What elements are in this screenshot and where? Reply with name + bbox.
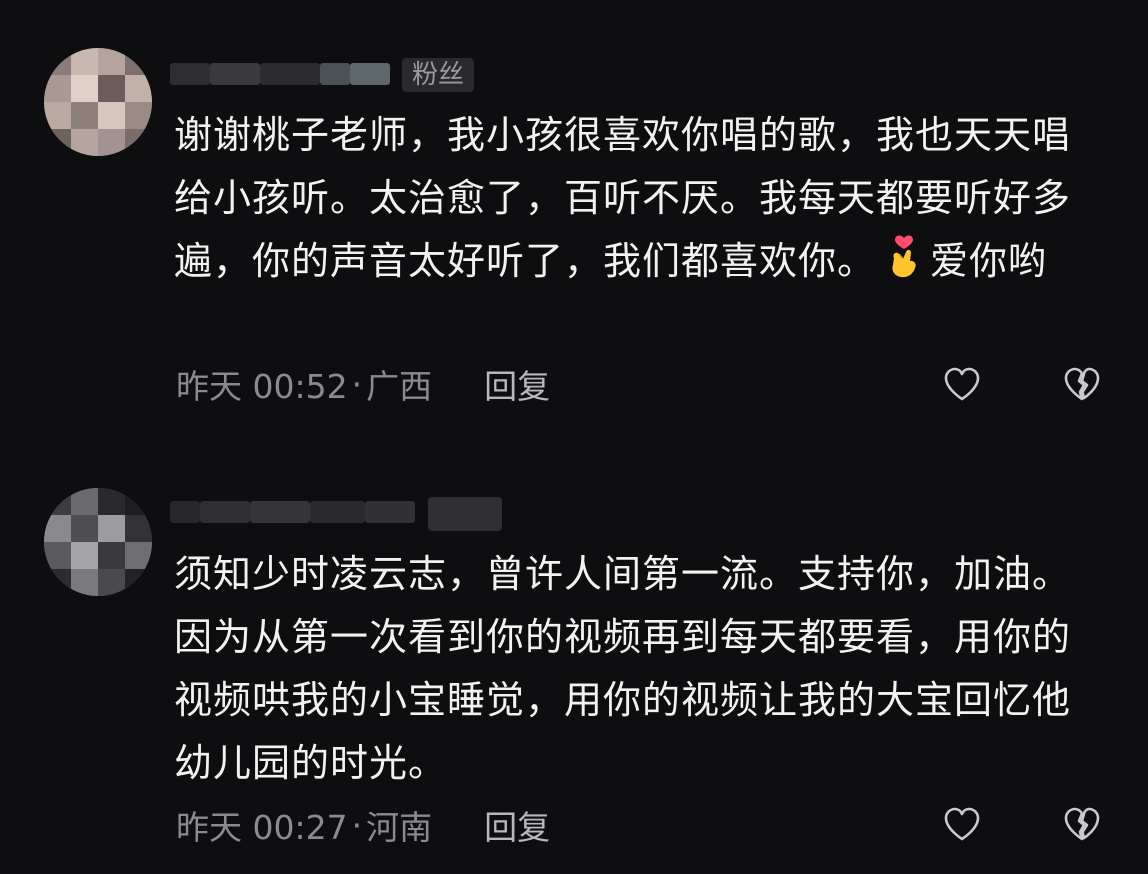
comment-list: 粉丝 谢谢桃子老师，我小孩很喜欢你唱的歌，我也天天唱给小孩听。太治愈了，百听不厌… [0,0,1148,874]
broken-heart-icon[interactable] [1061,804,1103,846]
comment-meta: 昨天 00:27 · 河南 回复 [176,805,550,848]
finger-heart-emoji [892,235,916,278]
fan-badge: 粉丝 [402,58,475,92]
comment-location: 河南 [366,808,433,847]
broken-heart-icon[interactable] [1061,364,1103,406]
username-obscured[interactable] [170,500,415,524]
username-obscured[interactable] [170,62,390,86]
avatar[interactable] [44,488,152,596]
heart-outline-icon[interactable] [941,804,983,846]
comment-location: 广西 [366,367,433,406]
comment-time: 昨天 00:52 [176,367,348,406]
avatar[interactable] [44,48,152,156]
fan-badge [428,497,502,531]
reply-button[interactable]: 回复 [484,801,550,849]
comment-time: 昨天 00:27 [176,808,348,847]
meta-separator: · [351,805,363,845]
comment-text-main: 须知少时凌云志，曾许人间第一流。支持你，加油。因为从第一次看到你的视频再到每天都… [174,552,1072,785]
reply-button[interactable]: 回复 [484,360,550,408]
comment-meta: 昨天 00:52 · 广西 回复 [176,364,550,407]
meta-separator: · [351,364,363,404]
heart-outline-icon[interactable] [941,364,983,406]
comment-text: 谢谢桃子老师，我小孩很喜欢你唱的歌，我也天天唱给小孩听。太治愈了，百听不厌。我每… [174,104,1074,293]
comment-text-tail: 爱你哟 [930,239,1048,283]
comment-text: 须知少时凌云志，曾许人间第一流。支持你，加油。因为从第一次看到你的视频再到每天都… [174,543,1074,795]
